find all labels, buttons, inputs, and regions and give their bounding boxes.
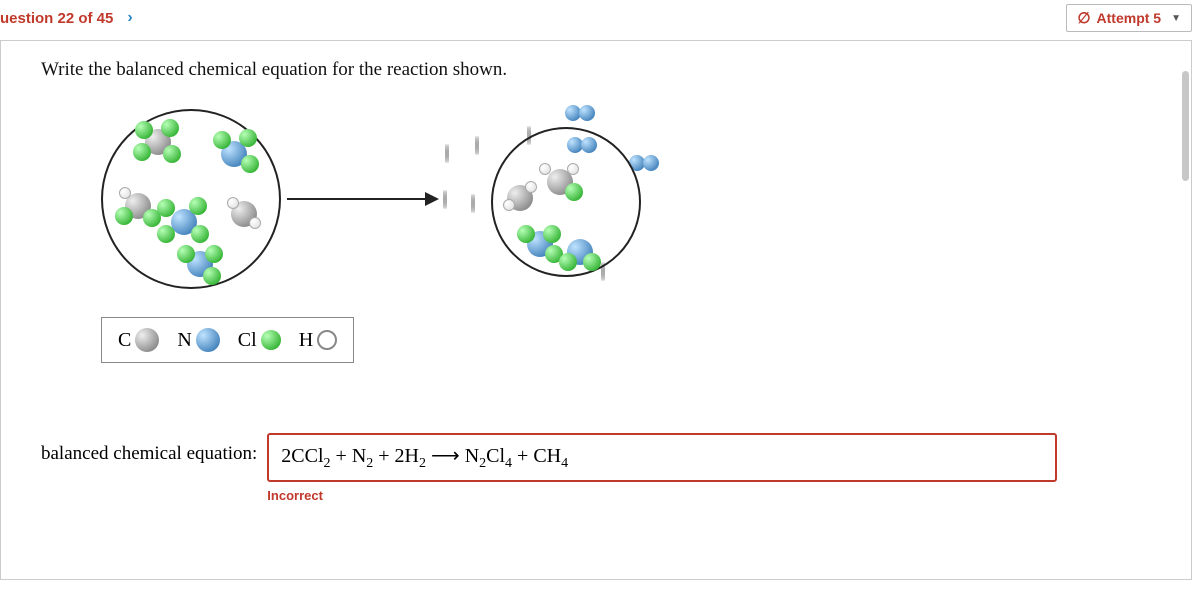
legend-hydrogen: H [299, 329, 337, 352]
question-panel: Write the balanced chemical equation for… [0, 40, 1192, 580]
chevron-right-icon[interactable]: › [127, 9, 132, 27]
attempt-label: Attempt 5 [1097, 10, 1162, 26]
scrollbar-thumb[interactable] [1182, 71, 1189, 181]
reaction-arrow-icon [287, 198, 437, 200]
equation-input[interactable]: 2CCl2 + N2 + 2H2 ⟶ N2Cl4 + CH4 [267, 433, 1057, 482]
answer-row: balanced chemical equation: 2CCl2 + N2 +… [41, 433, 1151, 503]
question-counter: uestion 22 of 45 [0, 10, 113, 27]
legend-carbon: C [118, 328, 159, 352]
reaction-diagram [101, 99, 1151, 299]
carbon-swatch-icon [135, 328, 159, 352]
prohibited-icon: ∅ [1077, 9, 1090, 27]
legend-nitrogen: N [177, 328, 219, 352]
chevron-down-icon: ▼ [1171, 13, 1181, 24]
answer-label: balanced chemical equation: [41, 433, 257, 465]
feedback-text: Incorrect [267, 488, 1057, 503]
question-prompt: Write the balanced chemical equation for… [41, 59, 1151, 81]
nitrogen-swatch-icon [196, 328, 220, 352]
attempt-selector[interactable]: ∅ Attempt 5 ▼ [1066, 4, 1192, 32]
atom-legend: C N Cl H [101, 317, 354, 363]
legend-chlorine: Cl [238, 329, 281, 352]
products-bubble [491, 127, 641, 277]
question-nav[interactable]: uestion 22 of 45 › [0, 9, 133, 27]
products-area [443, 99, 703, 299]
hydrogen-swatch-icon [317, 330, 337, 350]
chlorine-swatch-icon [261, 330, 281, 350]
reactants-bubble [101, 109, 281, 289]
